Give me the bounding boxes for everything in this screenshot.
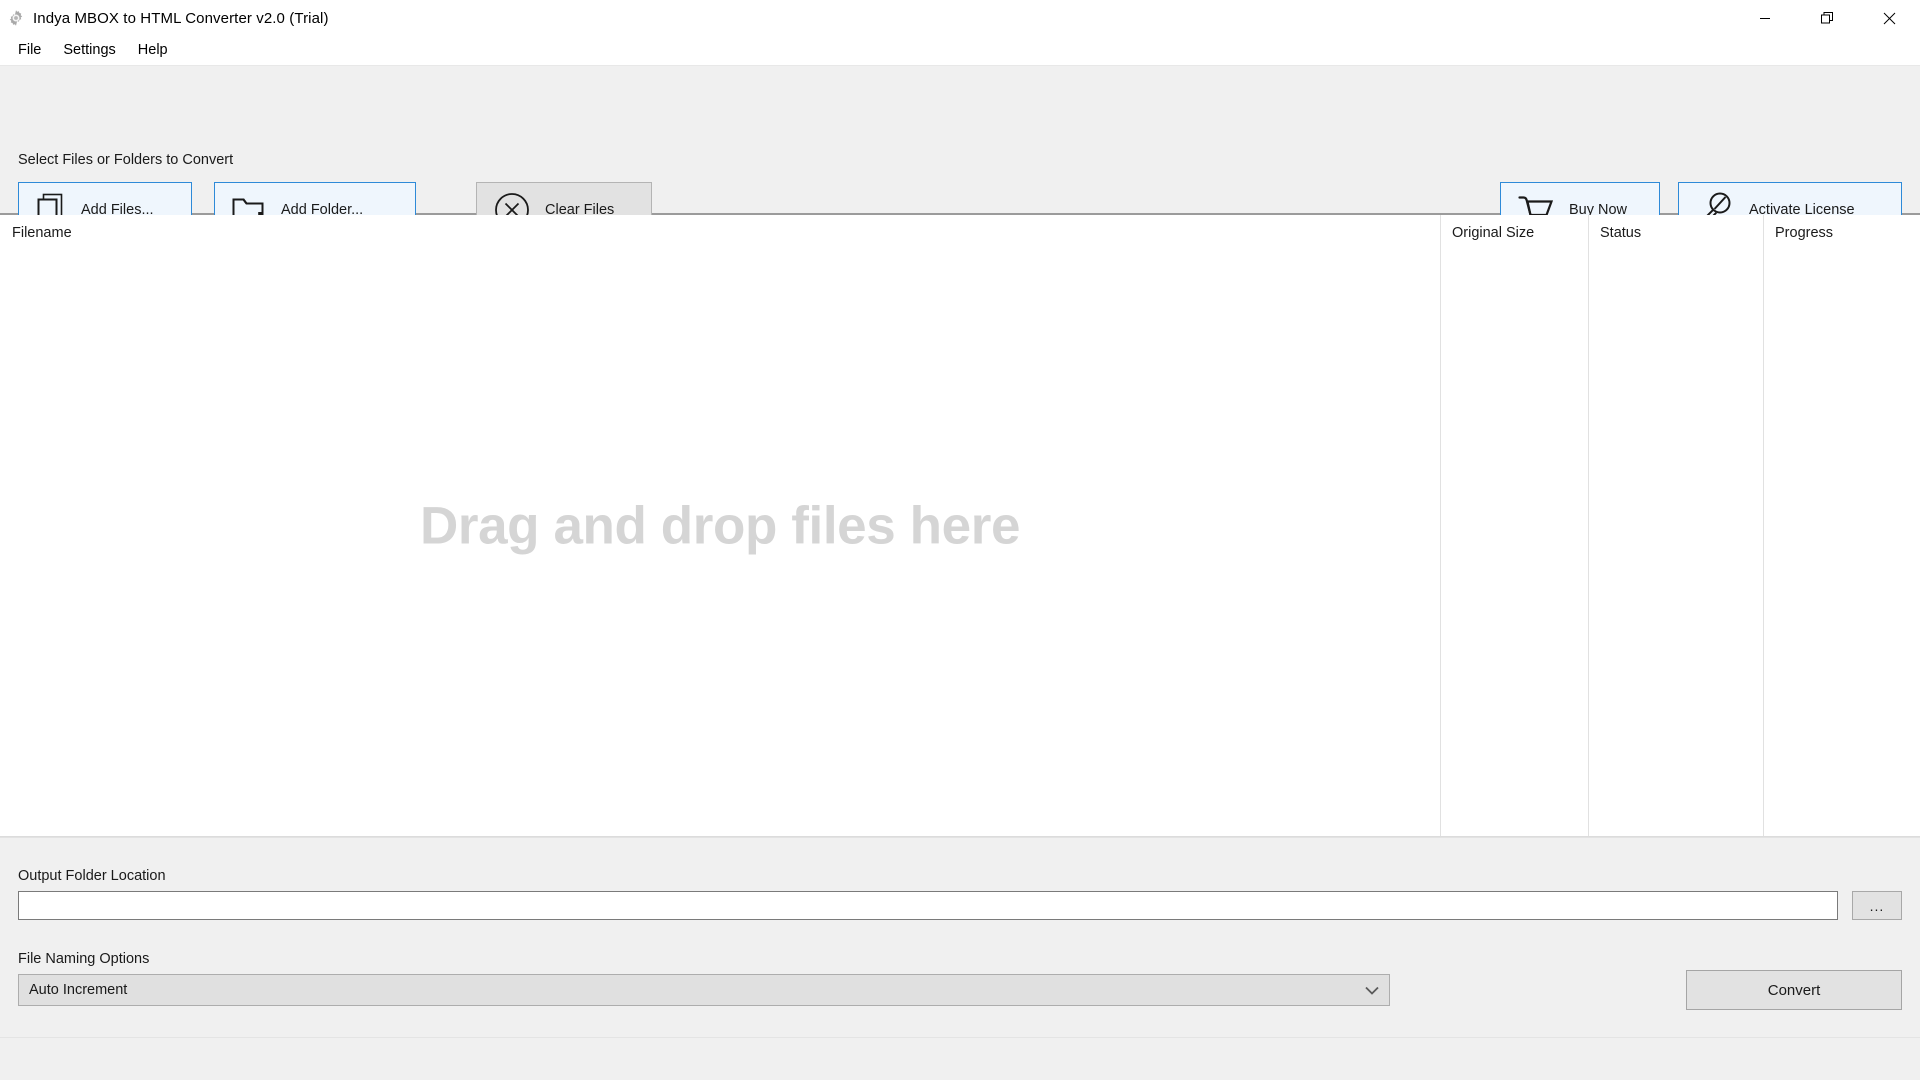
status-bar <box>0 1037 1920 1080</box>
column-header-filename[interactable]: Filename <box>0 215 1440 251</box>
file-naming-label: File Naming Options <box>18 951 150 967</box>
window-controls <box>1734 0 1920 36</box>
column-header-status[interactable]: Status <box>1588 215 1763 251</box>
toolbar-section-label: Select Files or Folders to Convert <box>18 152 234 168</box>
minimize-button[interactable] <box>1734 0 1796 36</box>
minimize-icon <box>1759 12 1771 24</box>
restore-icon <box>1820 11 1834 25</box>
restore-button[interactable] <box>1796 0 1858 36</box>
file-naming-select[interactable]: Auto Increment <box>18 974 1390 1006</box>
column-header-progress[interactable]: Progress <box>1763 215 1920 251</box>
title-bar: Indya MBOX to HTML Converter v2.0 (Trial… <box>0 0 1920 36</box>
window-title: Indya MBOX to HTML Converter v2.0 (Trial… <box>33 9 329 27</box>
convert-button[interactable]: Convert <box>1686 970 1902 1010</box>
column-header-original-size[interactable]: Original Size <box>1440 215 1588 251</box>
file-list-body[interactable]: Drag and drop files here <box>0 251 1920 836</box>
menu-bar: File Settings Help <box>0 36 1920 65</box>
close-icon <box>1883 12 1896 25</box>
browse-folder-button[interactable]: ... <box>1852 891 1902 920</box>
output-folder-input[interactable] <box>18 891 1838 920</box>
application-window: Indya MBOX to HTML Converter v2.0 (Trial… <box>0 0 1920 1080</box>
file-list-header: Filename Original Size Status Progress <box>0 215 1920 252</box>
output-settings-panel: Output Folder Location ... File Naming O… <box>0 837 1920 1037</box>
gear-icon <box>7 9 25 27</box>
drag-drop-placeholder: Drag and drop files here <box>419 496 1021 555</box>
chevron-down-icon <box>1365 986 1379 995</box>
toolbar: Select Files or Folders to Convert Add F… <box>0 65 1920 238</box>
file-list-panel[interactable]: Filename Original Size Status Progress D… <box>0 215 1920 837</box>
menu-item-settings[interactable]: Settings <box>53 38 125 62</box>
output-folder-label: Output Folder Location <box>18 868 166 884</box>
file-naming-selected-value: Auto Increment <box>29 982 128 998</box>
menu-item-file[interactable]: File <box>8 38 51 62</box>
close-button[interactable] <box>1858 0 1920 36</box>
menu-item-help[interactable]: Help <box>128 38 178 62</box>
title-bar-left: Indya MBOX to HTML Converter v2.0 (Trial… <box>0 9 329 27</box>
